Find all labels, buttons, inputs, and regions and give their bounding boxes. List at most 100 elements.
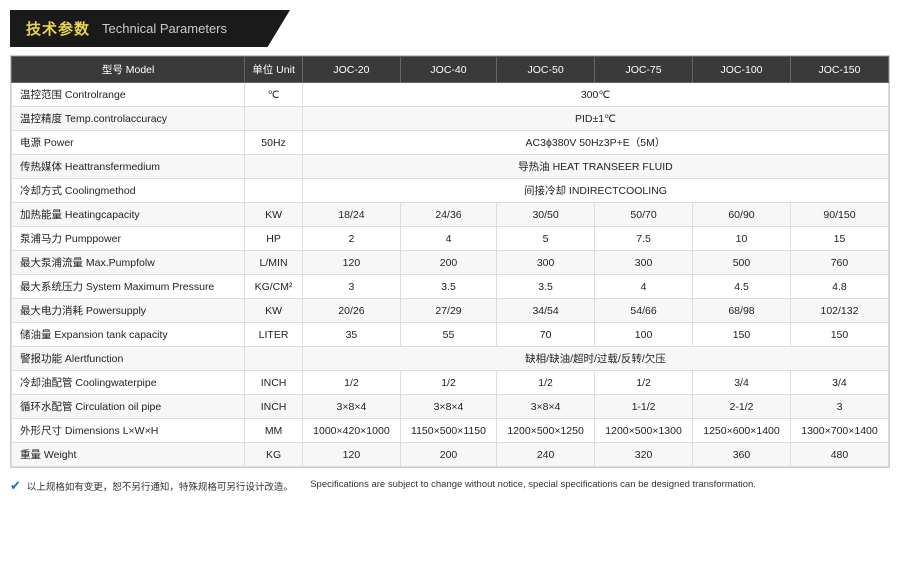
tech-table: 型号 Model单位 UnitJOC-20JOC-40JOC-50JOC-75J… [11, 56, 889, 467]
row-val-10-1: 55 [400, 323, 496, 347]
row-val-12-5: 3/4 [790, 371, 888, 395]
row-val-6-1: 4 [400, 227, 496, 251]
row-label-8: 最大系统压力 System Maximum Pressure [12, 275, 245, 299]
row-val-15-0: 120 [302, 443, 400, 467]
row-val-8-4: 4.5 [693, 275, 791, 299]
row-unit-9: KW [245, 299, 303, 323]
row-val-8-2: 3.5 [497, 275, 595, 299]
row-val-15-1: 200 [400, 443, 496, 467]
tech-table-container: 型号 Model单位 UnitJOC-20JOC-40JOC-50JOC-75J… [10, 55, 890, 468]
row-val-14-1: 1150×500×1150 [400, 419, 496, 443]
row-unit-10: LITER [245, 323, 303, 347]
table-row: 传热媒体 Heattransfermedium导热油 HEAT TRANSEER… [12, 155, 889, 179]
row-label-10: 储油量 Expansion tank capacity [12, 323, 245, 347]
row-val-12-4: 3/4 [693, 371, 791, 395]
row-val-9-3: 54/66 [595, 299, 693, 323]
row-val-13-5: 3 [790, 395, 888, 419]
row-merged-1: PID±1℃ [302, 107, 888, 131]
row-val-10-2: 70 [497, 323, 595, 347]
row-label-14: 外形尺寸 Dimensions L×W×H [12, 419, 245, 443]
row-val-15-5: 480 [790, 443, 888, 467]
row-val-7-1: 200 [400, 251, 496, 275]
row-val-15-4: 360 [693, 443, 791, 467]
col-header-4: JOC-50 [497, 57, 595, 83]
row-label-7: 最大泵浦流量 Max.Pumpfolw [12, 251, 245, 275]
row-unit-11 [245, 347, 303, 371]
col-header-7: JOC-150 [790, 57, 888, 83]
col-header-1: 单位 Unit [245, 57, 303, 83]
table-row: 重量 WeightKG120200240320360480 [12, 443, 889, 467]
page-header: 技术参数 Technical Parameters [10, 10, 290, 47]
row-val-9-5: 102/132 [790, 299, 888, 323]
col-header-0: 型号 Model [12, 57, 245, 83]
row-val-6-5: 15 [790, 227, 888, 251]
row-merged-3: 导热油 HEAT TRANSEER FLUID [302, 155, 888, 179]
row-label-5: 加热能量 Heatingcapacity [12, 203, 245, 227]
row-label-6: 泵浦马力 Pumppower [12, 227, 245, 251]
row-val-12-3: 1/2 [595, 371, 693, 395]
table-row: 温控范围 Controlrange℃300℃ [12, 83, 889, 107]
row-val-9-0: 20/26 [302, 299, 400, 323]
footer: ✔ 以上规格如有变更，恕不另行通知，特殊规格可另行设计改造。 Specifica… [0, 474, 900, 499]
row-unit-6: HP [245, 227, 303, 251]
table-row: 循环水配管 Circulation oil pipeINCH3×8×43×8×4… [12, 395, 889, 419]
row-val-6-3: 7.5 [595, 227, 693, 251]
row-val-5-2: 30/50 [497, 203, 595, 227]
row-val-12-1: 1/2 [400, 371, 496, 395]
row-val-8-5: 4.8 [790, 275, 888, 299]
footer-text-zh: 以上规格如有变更，恕不另行通知，特殊规格可另行设计改造。 [27, 479, 293, 493]
table-row: 警报功能 Alertfunction缺相/缺油/超时/过载/反转/欠压 [12, 347, 889, 371]
footer-text-en: Specifications are subject to change wit… [310, 479, 756, 490]
header-title-en: Technical Parameters [102, 21, 227, 36]
row-unit-4 [245, 179, 303, 203]
footer-icon: ✔ [10, 478, 21, 494]
row-val-14-2: 1200×500×1250 [497, 419, 595, 443]
table-row: 冷却方式 Coolingmethod 间接冷却 INDIRECTCOOLING [12, 179, 889, 203]
row-label-1: 温控精度 Temp.controlaccuracy [12, 107, 245, 131]
row-val-13-0: 3×8×4 [302, 395, 400, 419]
row-unit-7: L/MIN [245, 251, 303, 275]
table-row: 冷却油配管 CoolingwaterpipeINCH1/21/21/21/23/… [12, 371, 889, 395]
header-title-zh: 技术参数 [26, 18, 90, 39]
row-unit-1 [245, 107, 303, 131]
row-val-8-0: 3 [302, 275, 400, 299]
row-label-2: 电源 Power [12, 131, 245, 155]
row-val-12-0: 1/2 [302, 371, 400, 395]
row-unit-5: KW [245, 203, 303, 227]
table-row: 外形尺寸 Dimensions L×W×HMM1000×420×10001150… [12, 419, 889, 443]
table-row: 温控精度 Temp.controlaccuracy PID±1℃ [12, 107, 889, 131]
row-val-9-4: 68/98 [693, 299, 791, 323]
row-merged-4: 间接冷却 INDIRECTCOOLING [302, 179, 888, 203]
row-val-15-2: 240 [497, 443, 595, 467]
row-merged-2: AC3ϕ380V 50Hz3P+E（5M） [302, 131, 888, 155]
row-val-5-0: 18/24 [302, 203, 400, 227]
table-row: 最大泵浦流量 Max.PumpfolwL/MIN1202003003005007… [12, 251, 889, 275]
row-val-10-5: 150 [790, 323, 888, 347]
row-val-8-3: 4 [595, 275, 693, 299]
row-label-13: 循环水配管 Circulation oil pipe [12, 395, 245, 419]
row-val-7-2: 300 [497, 251, 595, 275]
row-merged-0: 300℃ [302, 83, 888, 107]
row-label-12: 冷却油配管 Coolingwaterpipe [12, 371, 245, 395]
row-val-6-4: 10 [693, 227, 791, 251]
row-label-11: 警报功能 Alertfunction [12, 347, 245, 371]
row-val-9-1: 27/29 [400, 299, 496, 323]
row-val-9-2: 34/54 [497, 299, 595, 323]
col-header-2: JOC-20 [302, 57, 400, 83]
row-val-5-5: 90/150 [790, 203, 888, 227]
row-unit-0: ℃ [245, 83, 303, 107]
row-val-7-4: 500 [693, 251, 791, 275]
row-unit-12: INCH [245, 371, 303, 395]
row-val-10-0: 35 [302, 323, 400, 347]
row-label-4: 冷却方式 Coolingmethod [12, 179, 245, 203]
row-val-14-0: 1000×420×1000 [302, 419, 400, 443]
row-unit-14: MM [245, 419, 303, 443]
row-val-12-2: 1/2 [497, 371, 595, 395]
table-row: 电源 Power50HzAC3ϕ380V 50Hz3P+E（5M） [12, 131, 889, 155]
table-row: 泵浦马力 PumppowerHP2457.51015 [12, 227, 889, 251]
row-label-9: 最大电力消耗 Powersupply [12, 299, 245, 323]
row-val-7-3: 300 [595, 251, 693, 275]
row-unit-13: INCH [245, 395, 303, 419]
row-val-8-1: 3.5 [400, 275, 496, 299]
row-unit-2: 50Hz [245, 131, 303, 155]
